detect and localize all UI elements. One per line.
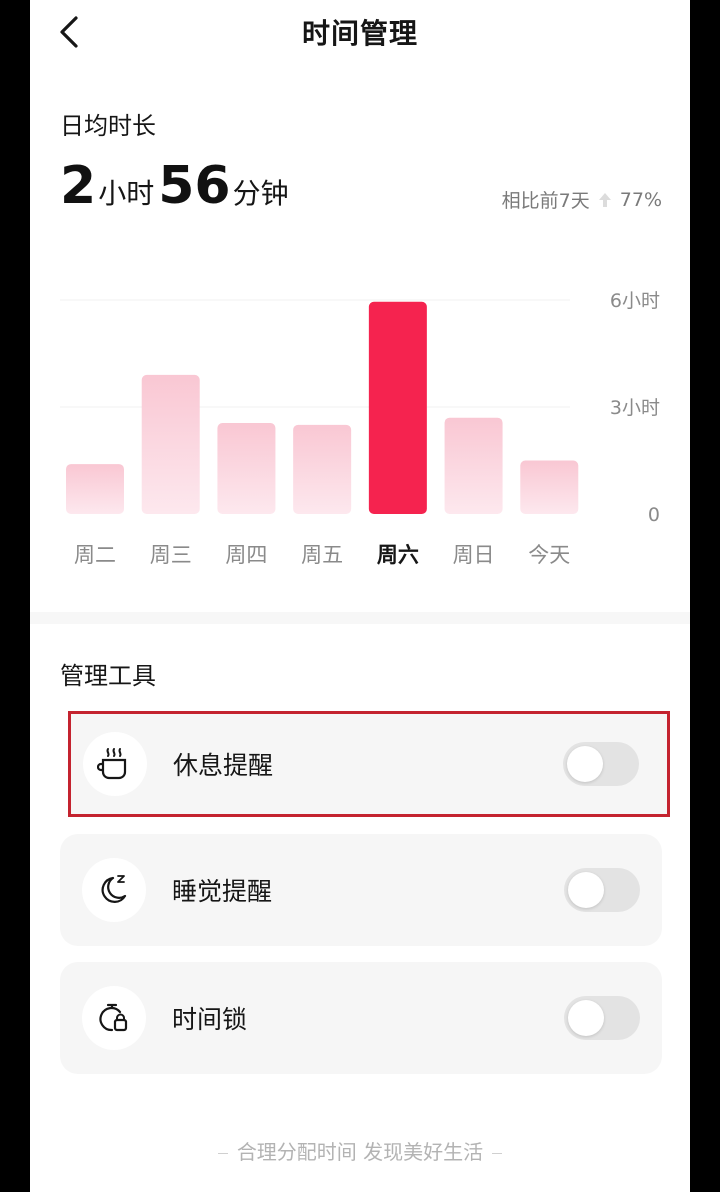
- bar[interactable]: [141, 374, 200, 514]
- bar[interactable]: [444, 417, 503, 514]
- rest-reminder-toggle[interactable]: [563, 742, 639, 786]
- minutes-unit: 分钟: [232, 177, 289, 210]
- time-lock-icon-wrap: [82, 986, 146, 1050]
- page-title: 时间管理: [301, 17, 418, 50]
- time-lock-card[interactable]: 时间锁: [60, 962, 662, 1074]
- toggle-knob: [567, 746, 603, 782]
- coffee-cup-icon: [97, 748, 127, 780]
- x-tick-label: 周六: [377, 543, 419, 567]
- sleep-reminder-card[interactable]: 睡觉提醒: [60, 834, 662, 946]
- bar[interactable]: [293, 424, 352, 514]
- sleep-reminder-label: 睡觉提醒: [172, 877, 273, 906]
- toggle-knob: [568, 1000, 604, 1036]
- y-tick-label: 3小时: [610, 397, 660, 419]
- minutes-value: 56: [158, 156, 231, 216]
- footer: 合理分配时间 发现美好生活: [30, 1136, 690, 1165]
- daily-average-value: 2小时56分钟: [60, 156, 293, 220]
- hours-value: 2: [60, 156, 97, 216]
- x-tick-label: 周四: [225, 543, 267, 567]
- compare-change: 77%: [619, 188, 662, 211]
- comparison: 相比前7天 77%: [502, 186, 662, 213]
- time-lock-toggle[interactable]: [564, 996, 640, 1040]
- bar[interactable]: [520, 460, 579, 515]
- y-tick-label: 6小时: [610, 290, 660, 312]
- y-tick-label: 0: [648, 504, 660, 526]
- header: 时间管理: [30, 0, 690, 64]
- rest-reminder-card[interactable]: 休息提醒: [68, 711, 670, 817]
- rest-reminder-icon-wrap: [83, 732, 147, 796]
- timer-lock-icon: [99, 1003, 128, 1032]
- bar-highlighted[interactable]: [368, 301, 427, 514]
- rest-reminder-label: 休息提醒: [173, 751, 274, 780]
- x-tick-label: 周三: [150, 543, 192, 567]
- x-tick-label: 周五: [301, 543, 343, 567]
- x-tick-label: 周二: [74, 543, 116, 567]
- time-lock-label: 时间锁: [172, 1005, 248, 1034]
- footer-text: 合理分配时间 发现美好生活: [236, 1140, 484, 1164]
- usage-bar-chart: 0 3小时 6小时周二 周三 周四 周五 周六 周日 今天: [60, 290, 660, 567]
- toggle-knob: [568, 872, 604, 908]
- bar[interactable]: [66, 464, 124, 514]
- hours-unit: 小时: [98, 177, 155, 210]
- moon-sleep-icon: [101, 875, 127, 903]
- footer-dash: [491, 1153, 502, 1154]
- sleep-reminder-toggle[interactable]: [564, 868, 640, 912]
- bar[interactable]: [217, 423, 276, 514]
- tools-label: 管理工具: [60, 662, 156, 690]
- x-tick-label: 周日: [453, 543, 495, 567]
- screen: 时间管理 日均时长 2小时56分钟 相比前7天 77% 0 3小时 6小时周二 周三 周…: [30, 0, 690, 1192]
- daily-average-label: 日均时长: [60, 112, 156, 140]
- arrow-up-icon: [598, 192, 611, 207]
- compare-text: 相比前7天: [501, 190, 590, 212]
- x-tick-label: 今天: [528, 543, 570, 567]
- sleep-reminder-icon-wrap: [82, 858, 146, 922]
- footer-dash: [218, 1153, 229, 1154]
